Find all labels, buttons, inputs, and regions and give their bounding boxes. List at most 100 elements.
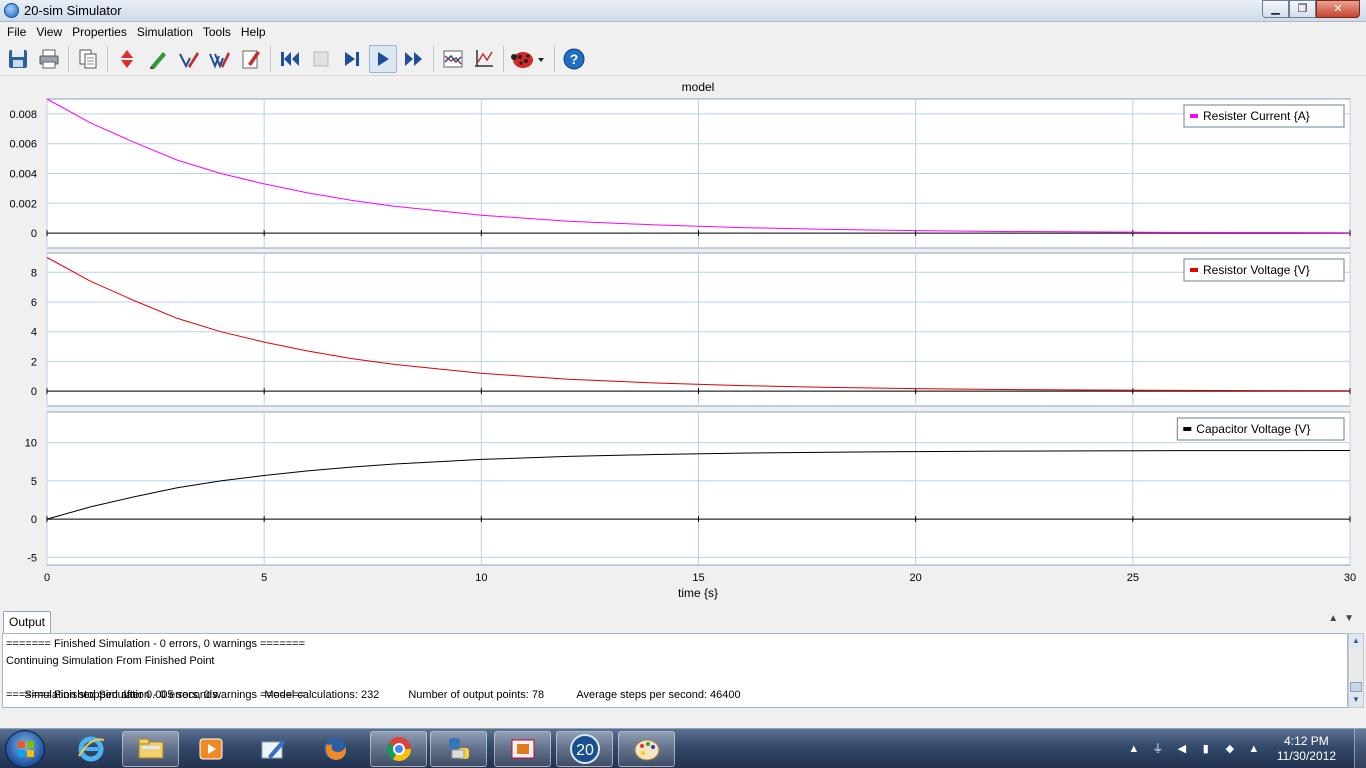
legend-swatch <box>1190 114 1198 118</box>
20-sim-icon: 20 <box>569 734 600 764</box>
close-button[interactable]: ✕ <box>1316 0 1360 18</box>
copy-icon <box>79 49 97 68</box>
taskbar-firefox[interactable] <box>306 731 363 767</box>
properties-button[interactable] <box>113 45 141 73</box>
scroll-down-icon[interactable]: ▼ <box>1349 693 1363 707</box>
y-tick-label: 0.006 <box>9 139 37 151</box>
rewind-icon <box>281 51 299 66</box>
toolbar-separator <box>554 45 555 72</box>
fast-forward-icon <box>405 51 422 66</box>
minimize-button[interactable]: ▁ <box>1262 0 1289 18</box>
dropbox-icon[interactable]: ◆ <box>1223 742 1237 756</box>
20-sim-icon-label: 20 <box>576 742 594 759</box>
taskbar-internet-explorer[interactable] <box>62 731 119 767</box>
plot-properties-icon <box>443 50 463 67</box>
debug-ladybug-icon <box>511 51 544 68</box>
plot-canvas[interactable]: 0.008 0.006 0.004 0.002 0 Resister Current {A… <box>0 77 1366 605</box>
plot-properties-button[interactable] <box>439 45 467 73</box>
help-button[interactable]: ? <box>560 45 588 73</box>
firefox-icon <box>323 738 346 760</box>
export-button[interactable] <box>206 45 234 73</box>
axis-button[interactable] <box>470 45 498 73</box>
run-icon <box>378 51 389 66</box>
parameters-icon <box>150 51 166 69</box>
legend-swatch <box>1190 268 1198 272</box>
legend-swatch <box>1183 427 1192 431</box>
tab-output[interactable]: Output <box>3 611 51 633</box>
taskbar-chrome[interactable] <box>370 731 427 767</box>
x-tick-label: 25 <box>1127 572 1139 584</box>
properties-icon <box>121 49 133 68</box>
network-signal-icon[interactable]: ▮ <box>1199 742 1213 756</box>
menu-file[interactable]: File <box>2 25 31 39</box>
menu-view[interactable]: View <box>31 25 67 39</box>
step-button[interactable] <box>338 45 366 73</box>
app-globe-icon <box>4 3 19 18</box>
help-icon: ? <box>563 48 585 69</box>
menu-properties[interactable]: Properties <box>67 25 132 39</box>
save-button[interactable] <box>4 45 32 73</box>
menu-simulation[interactable]: Simulation <box>132 25 198 39</box>
x-tick-label: 15 <box>692 572 704 584</box>
scroll-up-icon[interactable]: ▲ <box>1349 634 1363 648</box>
taskbar-media-player[interactable] <box>182 731 239 767</box>
edit-plot-button[interactable] <box>237 45 265 73</box>
log-line: Simulation stopped after 0.005 seconds. M… <box>6 670 1344 701</box>
log-line: Continuing Simulation From Finished Poin… <box>6 655 215 667</box>
volume-icon[interactable]: ◀ <box>1175 742 1189 756</box>
x-tick-label: 30 <box>1344 572 1356 584</box>
fast-forward-button[interactable] <box>400 45 428 73</box>
parameters-button[interactable] <box>144 45 172 73</box>
taskbar-python[interactable] <box>430 731 487 767</box>
y-tick-label: -5 <box>27 552 37 564</box>
toolbar-separator <box>270 45 271 72</box>
run-button[interactable] <box>369 44 397 73</box>
menu-bar: File View Properties Simulation Tools He… <box>0 22 1366 42</box>
taskbar-paint-app[interactable] <box>244 731 301 767</box>
toolbar-separator <box>503 45 504 72</box>
taskbar-file-explorer[interactable] <box>122 731 179 767</box>
menu-help[interactable]: Help <box>236 25 271 39</box>
copy-button[interactable] <box>74 45 102 73</box>
x-tick-label: 20 <box>910 572 922 584</box>
stop-button[interactable] <box>307 45 335 73</box>
taskbar-office[interactable] <box>494 731 551 767</box>
taskbar-clock[interactable]: 4:12 PM 11/30/2012 <box>1277 734 1336 764</box>
maximize-button[interactable]: ❐ <box>1289 0 1316 18</box>
debug-button[interactable] <box>509 45 549 73</box>
menu-tools[interactable]: Tools <box>198 25 236 39</box>
y-tick-label: 8 <box>31 267 37 279</box>
y-tick-label: 2 <box>31 356 37 368</box>
x-tick-label: 5 <box>261 572 267 584</box>
start-button[interactable] <box>5 730 45 768</box>
toolbar-separator <box>107 45 108 72</box>
power-plug-icon[interactable]: ⏚ <box>1151 742 1165 756</box>
show-desktop-button[interactable] <box>1354 729 1366 768</box>
clock-time: 4:12 PM <box>1284 734 1329 748</box>
x-tick-label: 10 <box>475 572 487 584</box>
y-tick-label: 10 <box>25 438 37 450</box>
y-tick-label: 4 <box>31 327 37 339</box>
print-button[interactable] <box>35 45 63 73</box>
taskbar-20-sim[interactable]: 20 <box>556 731 613 767</box>
x-axis-label: time {s} <box>678 586 718 600</box>
media-player-icon <box>199 738 222 760</box>
toolbar: ? <box>0 42 1366 76</box>
svg-text:?: ? <box>570 51 579 67</box>
scroll-thumb[interactable] <box>1350 682 1362 692</box>
legend-label: Resistor Voltage {V} <box>1203 263 1310 277</box>
clock-date: 11/30/2012 <box>1276 749 1336 763</box>
plot-panel: 8 6 4 2 0 Resistor Voltage {V} <box>31 252 1351 407</box>
output-scrollbar[interactable]: ▲ ▼ <box>1348 633 1364 708</box>
panel-nav-arrows[interactable]: ▲▼ <box>1328 613 1360 624</box>
multiple-run-button[interactable] <box>175 45 203 73</box>
taskbar-paint-palette[interactable] <box>618 731 675 767</box>
show-hidden-icons-icon[interactable]: ▲ <box>1127 742 1141 756</box>
x-tick-label: 0 <box>44 572 50 584</box>
chrome-icon <box>386 737 411 762</box>
file-explorer-icon <box>138 738 163 759</box>
google-drive-icon[interactable]: ▲ <box>1247 742 1261 756</box>
y-tick-label: 5 <box>31 476 37 488</box>
system-tray: ▲ ⏚ ◀ ▮ ◆ ▲ 4:12 PM 11/30/2012 <box>1127 729 1366 768</box>
rewind-button[interactable] <box>276 45 304 73</box>
